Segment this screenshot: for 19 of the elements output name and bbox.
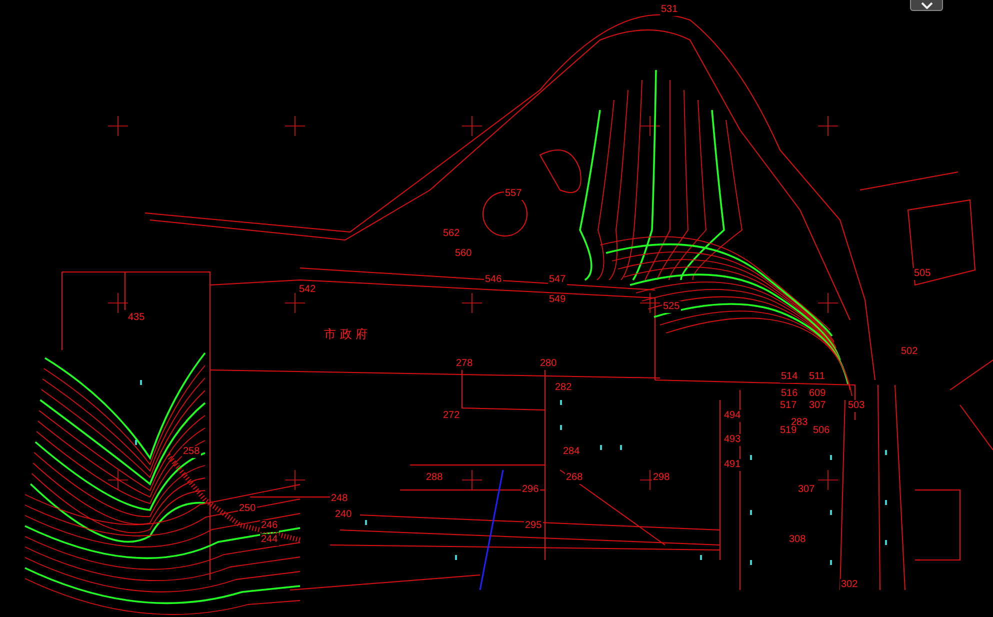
elevation-label: 547 xyxy=(548,274,567,286)
elevation-label: 525 xyxy=(662,301,681,313)
elevation-label: 268 xyxy=(565,472,584,484)
building-label: 市 政 府 xyxy=(324,326,368,343)
elevation-label: 491 xyxy=(723,459,742,471)
elevation-label: 258 xyxy=(182,446,201,458)
elevation-label: 246 xyxy=(260,520,279,532)
elevation-label: 302 xyxy=(840,579,859,591)
elevation-label: 514 xyxy=(780,371,799,383)
chevron-icon xyxy=(920,2,932,8)
elevation-label: 244 xyxy=(260,534,279,546)
elevation-label: 505 xyxy=(913,268,932,280)
elevation-label: 557 xyxy=(504,188,523,200)
elevation-label: 494 xyxy=(723,410,742,422)
elevation-label: 531 xyxy=(660,4,679,16)
panel-toggle-button[interactable] xyxy=(910,0,943,11)
elevation-label: 278 xyxy=(455,358,474,370)
elevation-label: 503 xyxy=(847,400,866,412)
elevation-label: 493 xyxy=(723,434,742,446)
